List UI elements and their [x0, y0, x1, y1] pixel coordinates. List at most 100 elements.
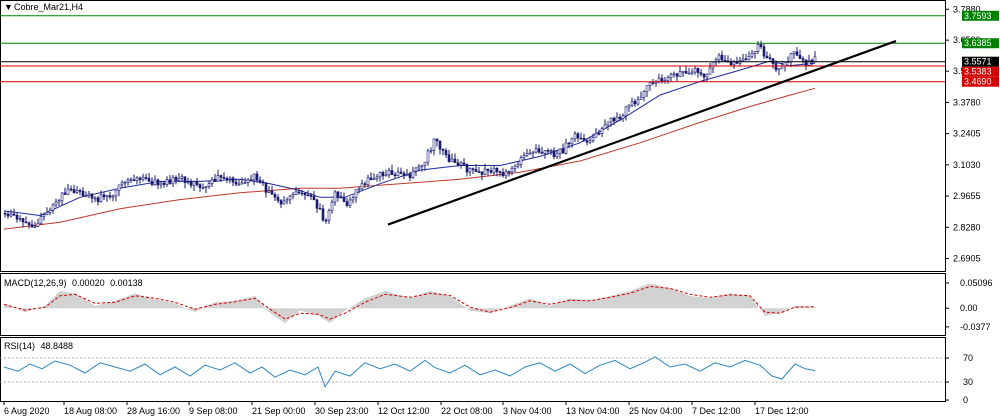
candle-down	[63, 192, 67, 195]
candle-up	[756, 43, 760, 52]
candle-down	[723, 59, 727, 62]
candle-up	[636, 99, 640, 105]
candle-down	[69, 188, 73, 191]
candle-up	[621, 115, 625, 120]
candle-up	[114, 190, 118, 197]
candle-down	[234, 181, 238, 185]
candle-up	[528, 152, 532, 155]
candle-up	[681, 70, 685, 73]
rsi-tick-label: 30	[963, 377, 973, 387]
candle-down	[798, 54, 802, 59]
candle-down	[132, 179, 136, 182]
candle-up	[483, 168, 487, 175]
candle-down	[699, 72, 703, 75]
candle-down	[150, 181, 154, 186]
candle-down	[546, 150, 550, 152]
candle-up	[123, 181, 127, 184]
candle-down	[801, 58, 805, 61]
candle-up	[237, 183, 241, 186]
candle-up	[360, 183, 364, 190]
candle-up	[492, 167, 496, 173]
candle-up	[624, 106, 628, 117]
candle-up	[201, 187, 205, 189]
candle-down	[297, 191, 301, 194]
candle-down	[195, 181, 199, 185]
candle-down	[321, 208, 325, 221]
candle-down	[720, 54, 724, 61]
candle-up	[753, 51, 757, 54]
candle-down	[78, 190, 82, 192]
candle-down	[402, 172, 406, 177]
time-tick-label: 3 Nov 04:00	[503, 406, 552, 416]
candle-down	[369, 177, 373, 181]
candle-down	[12, 213, 16, 216]
candle-up	[519, 157, 523, 165]
candle-down	[489, 170, 493, 173]
candle-down	[225, 178, 229, 180]
macd-name: MACD(12,26,9)	[4, 278, 67, 288]
candle-down	[303, 193, 307, 196]
candle-down	[441, 148, 445, 151]
candle-up	[615, 116, 619, 122]
candle-down	[651, 82, 655, 84]
candle-up	[378, 172, 382, 178]
rsi-name: RSI(14)	[4, 341, 35, 351]
candle-up	[570, 138, 574, 144]
candle-up	[654, 81, 658, 84]
candle-down	[222, 177, 226, 179]
candle-up	[129, 179, 133, 182]
price-tag-label: 3.7593	[964, 11, 992, 21]
candle-up	[792, 51, 796, 54]
candle-up	[288, 195, 292, 201]
candle-down	[273, 194, 277, 198]
time-axis: 6 Aug 2020 18 Aug 08:00 28 Aug 16:00 9 Sep …	[3, 401, 809, 416]
candle-up	[678, 71, 682, 77]
price-tag-label: 3.6385	[964, 38, 992, 48]
candle-up	[372, 178, 376, 181]
candle-up	[627, 104, 631, 108]
price-tick-label: 3.1030	[953, 160, 981, 170]
candle-up	[555, 153, 559, 158]
candle-down	[774, 63, 778, 71]
candle-up	[282, 200, 286, 205]
candle-down	[390, 170, 394, 175]
candle-up	[591, 137, 595, 141]
price-tag-label: 3.5571	[964, 57, 992, 67]
candle-up	[717, 54, 721, 61]
candle-up	[639, 96, 643, 100]
candle-up	[468, 168, 472, 173]
candle-up	[423, 161, 427, 166]
candle-down	[486, 168, 490, 171]
candle-up	[543, 150, 547, 154]
candle-down	[408, 174, 412, 179]
candle-down	[660, 77, 664, 82]
macd-axis: 0.05096 0.00 -0.0377	[945, 278, 993, 332]
candle-down	[81, 190, 85, 196]
candle-up	[711, 61, 715, 69]
candle-up	[693, 68, 697, 73]
time-tick-label: 13 Nov 04:00	[566, 406, 620, 416]
candle-up	[9, 213, 13, 217]
candle-up	[573, 133, 577, 140]
macd-tick-label: 0.00	[960, 303, 978, 313]
candle-down	[336, 191, 340, 198]
candle-up	[99, 194, 103, 203]
candle-up	[192, 181, 196, 186]
candle-down	[90, 193, 94, 199]
candle-down	[495, 167, 499, 173]
candle-up	[165, 179, 169, 185]
candle-up	[672, 73, 676, 76]
candle-down	[30, 224, 34, 228]
candle-up	[558, 148, 562, 154]
rsi-axis: 70 30 0	[945, 353, 973, 405]
candle-down	[72, 189, 76, 193]
candle-down	[576, 133, 580, 139]
candle-up	[429, 149, 433, 152]
symbol-dropdown-icon[interactable]: ▼	[4, 2, 13, 12]
time-tick-label: 25 Nov 04:00	[629, 406, 683, 416]
time-tick-label: 6 Aug 2020	[4, 406, 50, 416]
candle-up	[588, 140, 592, 143]
candle-up	[186, 181, 190, 184]
candle-down	[309, 194, 313, 197]
candle-down	[168, 179, 172, 184]
